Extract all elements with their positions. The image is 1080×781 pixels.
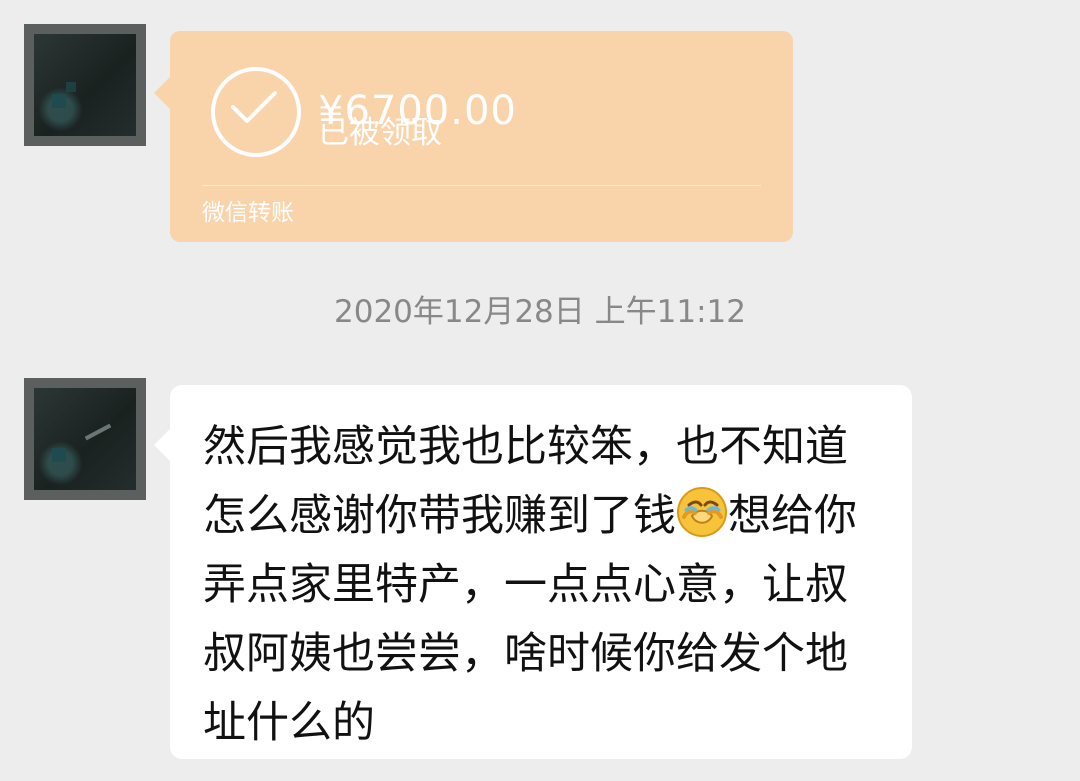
message-timestamp: 2020年12月28日 上午11:12 — [334, 294, 746, 330]
facepalm-emoji — [677, 487, 727, 537]
transfer-divider — [202, 185, 761, 186]
avatar[interactable] — [24, 378, 146, 500]
check-icon — [231, 91, 277, 123]
message-bubble[interactable]: 然后我感觉我也比较笨，也不知道怎么感谢你带我赚到了钱 想给你弄点家里特产，一点点… — [154, 385, 912, 759]
message-text: 然后我感觉我也比较笨，也不知道怎么感谢你带我赚到了钱 想给你弄点家里特产，一点点… — [203, 413, 883, 758]
wechat-transfer-card[interactable]: ¥6700.00 已被领取 微信转账 — [154, 31, 793, 242]
transfer-status: 已被领取 — [318, 115, 442, 151]
check-circle-icon — [211, 67, 301, 157]
transfer-label: 微信转账 — [202, 200, 294, 226]
avatar[interactable] — [24, 24, 146, 146]
